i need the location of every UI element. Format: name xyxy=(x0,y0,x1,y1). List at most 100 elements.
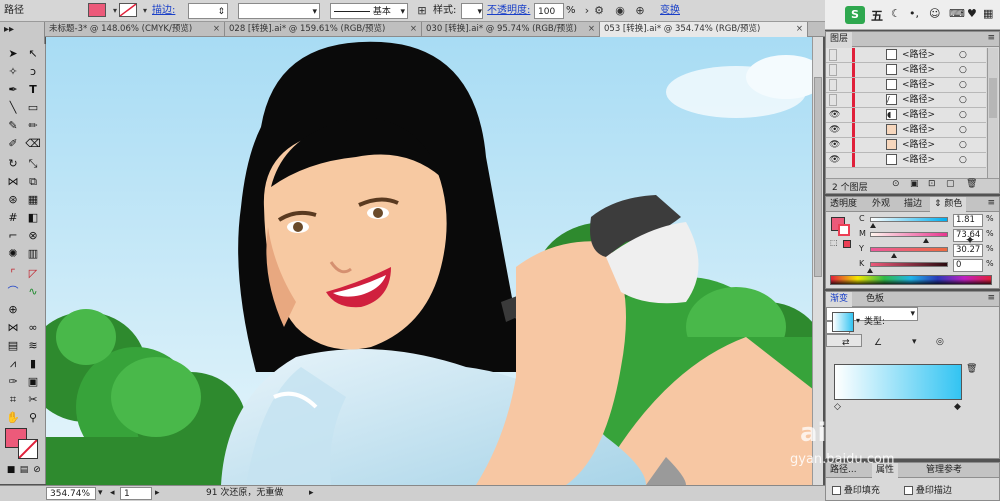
layer-row[interactable]: 👁 <路径> ○ xyxy=(826,138,986,153)
recolor-icon[interactable]: ⚙ xyxy=(591,3,607,19)
eye-icon[interactable]: 👁 xyxy=(829,123,840,137)
paintbrush-tool-icon[interactable]: ✎ xyxy=(4,118,22,134)
document-tab[interactable]: 未标题-3* @ 148.06% (CMYK/预览) × xyxy=(45,22,225,37)
twirl-tool-icon[interactable]: ∞ xyxy=(24,320,42,336)
none-mode-icon[interactable]: ⊘ xyxy=(28,462,46,478)
fill-color-swatch[interactable] xyxy=(88,3,106,17)
direct-selection-tool-icon[interactable]: ↖ xyxy=(24,46,42,62)
gradient-tool-icon[interactable]: ◧ xyxy=(24,210,42,226)
black-slider[interactable] xyxy=(870,262,948,267)
wave-tool-icon[interactable]: ∿ xyxy=(24,284,42,300)
visibility-toggle[interactable] xyxy=(829,49,837,61)
transform-link[interactable]: 变换 xyxy=(660,3,680,19)
chevron-down-icon[interactable]: ▾ xyxy=(856,316,860,325)
type-tool-icon[interactable]: T xyxy=(24,82,42,98)
column-graph-tool-icon[interactable]: ▥ xyxy=(24,246,42,262)
measure-tool-icon[interactable]: ✑ xyxy=(4,374,22,390)
target-circle-icon[interactable]: ○ xyxy=(959,123,967,137)
stroke-weight-dropdown[interactable]: ⇕ xyxy=(188,3,228,19)
visibility-toggle[interactable] xyxy=(829,79,837,91)
eraser-tool-icon[interactable]: ⌫ xyxy=(24,136,42,152)
align-icon[interactable]: ⊕ xyxy=(632,3,648,19)
target-circle-icon[interactable]: ○ xyxy=(959,63,967,77)
magenta-slider[interactable] xyxy=(870,232,948,237)
tab-color[interactable]: ⇕ 颜色 xyxy=(930,197,967,212)
layers-scrollbar[interactable] xyxy=(987,48,998,178)
bar-chart-tool-icon[interactable]: ▮ xyxy=(24,356,42,372)
angle-dropdown-icon[interactable]: ▾ xyxy=(912,337,917,347)
black-value-input[interactable]: 0 xyxy=(953,259,983,272)
rectangle-tool-icon[interactable]: ▭ xyxy=(24,100,42,116)
crop-tool-icon[interactable]: ⌗ xyxy=(4,392,22,408)
layer-row[interactable]: <路径> ○ xyxy=(826,48,986,63)
previous-artboard-icon[interactable]: ◂ xyxy=(110,487,115,500)
brush-options-icon[interactable]: ⊞ xyxy=(414,3,430,19)
magenta-slider-handle[interactable] xyxy=(923,238,929,243)
color-spectrum-bar[interactable] xyxy=(830,275,992,285)
shape-builder-tool-icon[interactable]: ⊛ xyxy=(4,192,22,208)
tab-layers[interactable]: 图层 xyxy=(826,32,853,47)
settings-icon[interactable]: ▦ xyxy=(983,7,993,20)
locate-object-icon[interactable]: ⊙ xyxy=(892,179,900,189)
tab-gradient[interactable]: 渐变 xyxy=(826,292,853,307)
layer-row[interactable]: <路径> ○ xyxy=(826,78,986,93)
document-tab[interactable]: 030 [转换].ai* @ 95.74% (RGB/预览) × xyxy=(422,22,600,37)
eye-icon[interactable]: 👁 xyxy=(829,153,840,167)
layer-row[interactable]: / <路径> ○ xyxy=(826,93,986,108)
stroke-color-swatch[interactable] xyxy=(119,3,137,17)
cyan-value-input[interactable]: 1.81 xyxy=(953,214,983,227)
document-tab[interactable]: 028 [转换].ai* @ 159.61% (RGB/预览) × xyxy=(225,22,422,37)
collapse-icon[interactable]: ▸▸ xyxy=(4,24,14,35)
gradient-stop-right[interactable]: ◆ xyxy=(954,402,961,412)
grid-tool-icon[interactable]: ▤ xyxy=(4,338,22,354)
eye-icon[interactable]: 👁 xyxy=(829,108,840,122)
variable-width-dropdown[interactable]: ▾ xyxy=(238,3,320,19)
black-slider-handle[interactable] xyxy=(867,268,873,273)
tab-stroke[interactable]: 描边 xyxy=(900,197,926,212)
opacity-input[interactable]: 100 xyxy=(534,3,564,19)
pen-tool-icon[interactable]: ✒ xyxy=(4,82,22,98)
perspective-grid-tool-icon[interactable]: ▦ xyxy=(24,192,42,208)
emoji-icon[interactable]: ☺ xyxy=(929,7,940,20)
tab-appearance[interactable]: 外观 xyxy=(868,197,894,212)
new-sublayer-icon[interactable]: ⊡ xyxy=(928,179,936,189)
blob-brush-tool-icon[interactable]: ✐ xyxy=(4,136,22,152)
gradient-stop-left[interactable]: ◇ xyxy=(834,402,841,412)
scrollbar-thumb[interactable] xyxy=(814,77,822,277)
delete-stop-icon[interactable]: 🗑 xyxy=(966,364,977,374)
live-paint-tool-icon[interactable]: ▣ xyxy=(24,374,42,390)
last-color-swatch[interactable] xyxy=(843,240,851,248)
stroke-color-box[interactable] xyxy=(18,439,38,459)
polar-grid-tool-icon[interactable]: ≋ xyxy=(24,338,42,354)
target-circle-icon[interactable]: ○ xyxy=(959,93,967,107)
skin-icon[interactable]: ♥ xyxy=(967,7,977,20)
target-circle-icon[interactable]: ○ xyxy=(959,138,967,152)
slice-tool-icon[interactable]: ◸ xyxy=(24,266,42,282)
gradient-slider-preview[interactable] xyxy=(834,364,962,400)
stroke-link[interactable]: 描边: xyxy=(152,3,175,19)
cyan-slider-handle[interactable] xyxy=(870,223,876,228)
checkbox[interactable] xyxy=(904,486,913,495)
cube-icon[interactable]: ⬚ xyxy=(830,238,838,247)
close-icon[interactable]: × xyxy=(213,22,220,37)
chevron-down-icon[interactable]: ▾ xyxy=(98,487,103,500)
tab-transparency[interactable]: 透明度 xyxy=(826,197,861,212)
visibility-toggle[interactable] xyxy=(829,94,837,106)
crosshair-tool-icon[interactable]: ⊕ xyxy=(4,302,22,318)
hand-tool-icon[interactable]: ✋ xyxy=(4,410,22,426)
layer-row[interactable]: 👁 ◖ <路径> ○ xyxy=(826,108,986,123)
rotate-tool-icon[interactable]: ↻ xyxy=(4,156,22,172)
overprint-stroke-checkbox[interactable]: 叠印描边 xyxy=(904,483,952,496)
yellow-slider[interactable] xyxy=(870,247,948,252)
cyan-slider[interactable] xyxy=(870,217,948,222)
punctuation-icon[interactable]: •, xyxy=(909,7,919,20)
close-icon[interactable]: × xyxy=(796,22,803,37)
checkbox[interactable] xyxy=(832,486,841,495)
layer-row[interactable]: 👁 <路径> ○ xyxy=(826,123,986,138)
eye-icon[interactable]: 👁 xyxy=(829,138,840,152)
ime-mode-label[interactable]: 五 xyxy=(871,7,883,24)
pencil-tool-icon[interactable]: ✏ xyxy=(24,118,42,134)
artboard-canvas[interactable] xyxy=(46,37,823,485)
lasso-tool-icon[interactable]: ↄ xyxy=(24,64,42,80)
width-tool-icon[interactable]: ⋈ xyxy=(4,174,22,190)
